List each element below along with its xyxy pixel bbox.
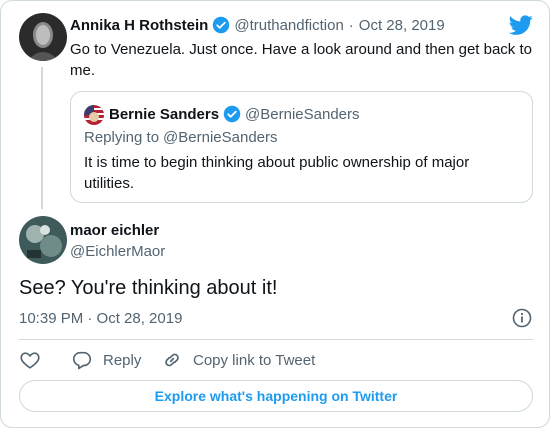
separator: · <box>348 16 354 34</box>
link-icon <box>165 353 179 367</box>
quoted-tweet-text: It is time to begin thinking about publi… <box>84 154 470 192</box>
reply-label: Reply <box>103 351 142 369</box>
quoted-header: Bernie Sanders @BernieSanders <box>109 105 360 123</box>
copy-link-button[interactable]: Copy link to Tweet <box>161 349 315 371</box>
thread-line <box>41 67 43 209</box>
quoted-author-name: Bernie Sanders <box>109 105 220 123</box>
replying-to: Replying to @BernieSanders <box>84 129 278 146</box>
tweet-timestamp[interactable]: 10:39 PM · Oct 28, 2019 <box>19 310 182 327</box>
avatar <box>84 105 104 125</box>
replying-to-handle[interactable]: @BernieSanders <box>163 129 277 146</box>
heart-icon <box>20 352 40 369</box>
main-author-name-row: maor eichler <box>70 222 159 239</box>
main-author-handle-row: @EichlerMaor <box>70 243 165 260</box>
quoted-tweet[interactable]: Bernie Sanders @BernieSanders Replying t… <box>70 91 533 203</box>
copy-link-label: Copy link to Tweet <box>193 351 316 369</box>
reply-button[interactable]: Reply <box>71 349 141 371</box>
main-author-handle[interactable]: @EichlerMaor <box>70 243 165 260</box>
main-author-name[interactable]: maor eichler <box>70 222 159 239</box>
tweet-embed-card: Annika H Rothstein @truthandfiction · Oc… <box>0 0 550 428</box>
tweet-date[interactable]: Oct 28, 2019 <box>359 17 445 34</box>
twitter-bird-icon[interactable] <box>509 13 533 37</box>
divider <box>19 339 533 340</box>
verified-badge-icon <box>213 16 230 34</box>
main-tweet-text: See? You're thinking about it! <box>19 277 278 299</box>
like-button[interactable] <box>19 349 41 371</box>
verified-badge-icon <box>223 105 241 123</box>
reply-icon <box>72 351 92 370</box>
author-handle[interactable]: @truthandfiction <box>234 17 343 34</box>
replying-to-label: Replying to <box>84 129 160 146</box>
author-name[interactable]: Annika H Rothstein <box>70 17 208 34</box>
tweet-text: Go to Venezuela. Just once. Have a look … <box>70 41 532 79</box>
tweet-header: Annika H Rothstein @truthandfiction · Oc… <box>70 16 445 34</box>
info-icon[interactable] <box>512 308 532 328</box>
explore-button[interactable]: Explore what's happening on Twitter <box>19 380 533 412</box>
avatar[interactable] <box>19 13 67 61</box>
quoted-author-handle: @BernieSanders <box>245 105 360 123</box>
avatar[interactable] <box>19 216 67 264</box>
